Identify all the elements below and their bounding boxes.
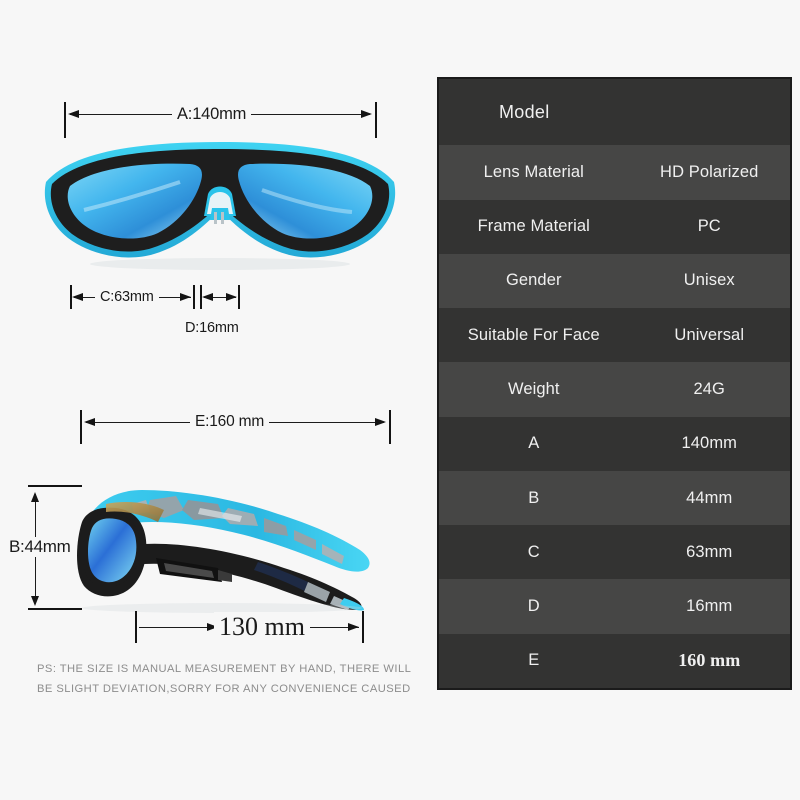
row-label-e: E — [528, 651, 540, 670]
row-label-d: D — [527, 597, 540, 616]
dimension-e-arrow-right — [375, 418, 386, 426]
dimension-d-arrow-left — [202, 293, 213, 301]
table-row-gender: Gender Unisex — [439, 253, 790, 309]
dimension-diagram-panel: A:140mm C:63mm D:16mm E:160 mm B:44mm 13… — [0, 0, 430, 800]
dimension-c-arrow-left — [72, 293, 83, 301]
dimension-a-left-tick — [64, 102, 66, 138]
row-value-a: 140mm — [681, 434, 738, 453]
table-row-b: B 44mm — [439, 470, 790, 526]
dimension-c-arrow-right — [180, 293, 191, 301]
dimension-a-label: A:140mm — [172, 105, 252, 124]
row-value-weight: 24G — [693, 379, 725, 398]
table-row-a: A 140mm — [439, 416, 790, 471]
table-row-d: D 16mm — [439, 579, 790, 634]
sunglasses-side-view — [72, 478, 392, 613]
table-row-header: Model — [439, 79, 790, 146]
row-label-b: B — [528, 488, 540, 507]
row-label-c: C — [527, 542, 540, 561]
table-row-e: E 160 mm — [439, 633, 790, 688]
dimension-e-label: E:160 mm — [190, 413, 270, 431]
table-row-weight: Weight 24G — [439, 362, 790, 417]
row-value-gender: Unisex — [683, 271, 735, 290]
row-value-frame-material: PC — [697, 217, 721, 236]
row-value-d: 16mm — [686, 597, 733, 616]
dimension-a-right-tick — [375, 102, 377, 138]
row-label-suitable-for-face: Suitable For Face — [467, 325, 600, 344]
dimension-temple-right-tick — [362, 611, 364, 643]
row-label-a: A — [528, 434, 540, 453]
dimension-temple-arrow-right — [348, 623, 359, 631]
dimension-e-arrow-left — [84, 418, 95, 426]
dimension-b-arrow-up — [31, 492, 39, 502]
dimension-temple-left-tick — [135, 611, 137, 643]
sunglasses-front-view — [40, 138, 400, 273]
disclaimer-line-1: PS: THE SIZE IS MANUAL MEASUREMENT BY HA… — [37, 663, 412, 675]
table-row-c: C 63mm — [439, 525, 790, 580]
specification-table: Model Lens Material HD Polarized Frame M… — [437, 77, 792, 690]
dimension-d-arrow-right — [226, 293, 237, 301]
measurement-disclaimer: PS: THE SIZE IS MANUAL MEASUREMENT BY HA… — [37, 659, 417, 699]
dimension-temple-label: 130 mm — [214, 612, 310, 642]
row-value-c: 63mm — [686, 542, 733, 561]
product-spec-page: A:140mm C:63mm D:16mm E:160 mm B:44mm 13… — [0, 0, 800, 800]
row-value-lens-material: HD Polarized — [660, 162, 759, 181]
dimension-e-right-tick — [389, 410, 391, 444]
header-label-model: Model — [499, 101, 550, 122]
dimension-a-arrow-right — [361, 110, 372, 118]
dimension-d-right-tick — [238, 285, 240, 309]
dimension-a-arrow-left — [68, 110, 79, 118]
dimension-c-label: C:63mm — [95, 289, 159, 305]
dimension-b-label: B:44mm — [4, 537, 76, 557]
row-label-gender: Gender — [505, 271, 562, 290]
row-label-frame-material: Frame Material — [477, 217, 590, 236]
dimension-e-left-tick — [80, 410, 82, 444]
dimension-d-label: D:16mm — [180, 320, 244, 336]
dimension-b-arrow-down — [31, 596, 39, 606]
row-value-suitable-for-face: Universal — [674, 325, 745, 344]
table-row-suitable-for-face: Suitable For Face Universal — [439, 308, 790, 363]
table-row-frame-material: Frame Material PC — [439, 199, 790, 254]
row-value-e: 160 mm — [678, 650, 741, 671]
row-value-b: 44mm — [686, 488, 733, 507]
dimension-c-right-tick — [193, 285, 195, 309]
disclaimer-line-2: BE SLIGHT DEVIATION,SORRY FOR ANY CONVEN… — [37, 683, 411, 695]
row-label-lens-material: Lens Material — [483, 162, 584, 181]
table-row-lens-material: Lens Material HD Polarized — [439, 145, 790, 200]
row-label-weight: Weight — [507, 379, 560, 398]
